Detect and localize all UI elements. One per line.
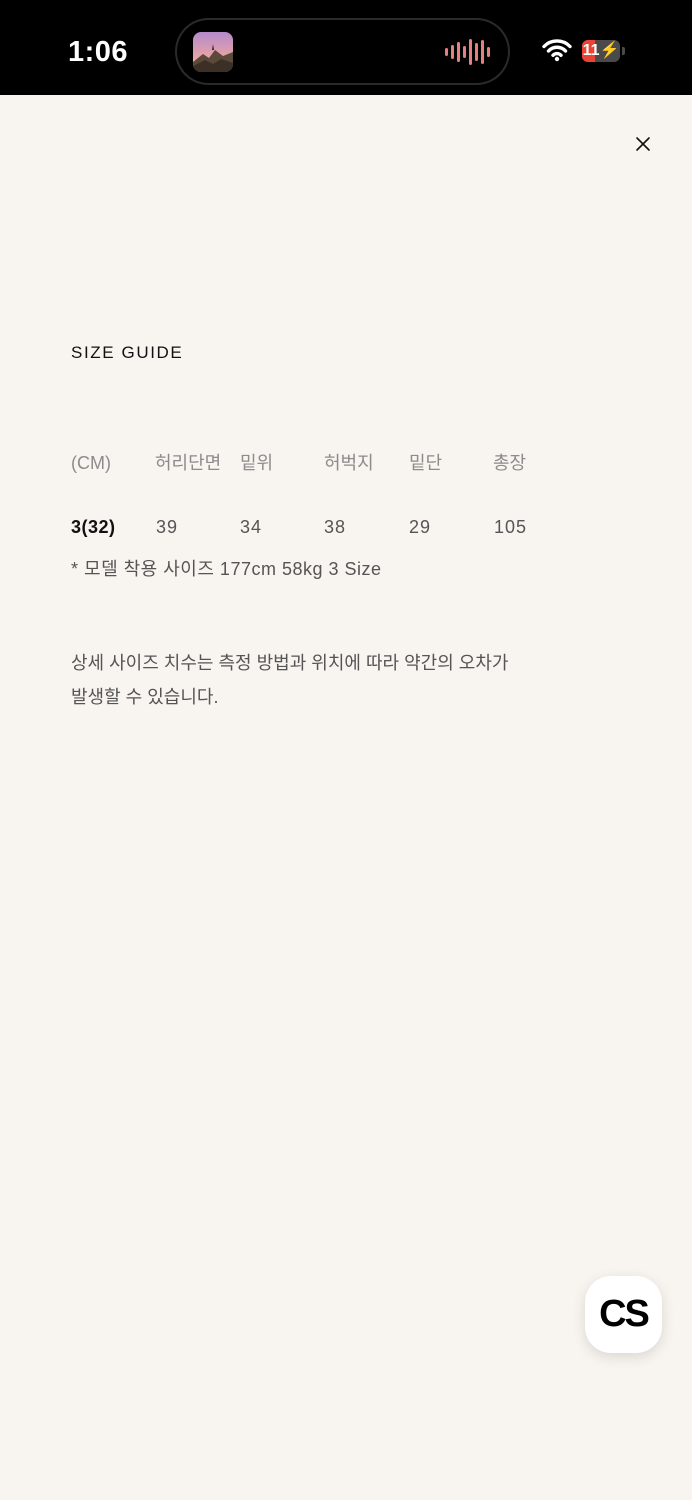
page-title: SIZE GUIDE [71, 343, 184, 362]
dynamic-island[interactable] [175, 18, 510, 85]
header-unit: (CM) [71, 453, 111, 473]
size-disclaimer: 상세 사이즈 치수는 측정 방법과 위치에 따라 약간의 오차가 발생할 수 있… [71, 646, 591, 714]
cell-size: 3(32) [71, 517, 116, 537]
status-time: 1:06 [68, 36, 129, 68]
disclaimer-line-1: 상세 사이즈 치수는 측정 방법과 위치에 따라 약간의 오차가 [71, 653, 509, 673]
audio-waveform-icon [445, 38, 490, 66]
battery-icon: 11⚡ [582, 40, 620, 62]
cell-hem: 29 [409, 517, 432, 537]
header-rise: 밑위 [240, 453, 274, 473]
cell-length: 105 [494, 517, 528, 537]
header-hem: 밑단 [409, 453, 443, 473]
header-waist: 허리단면 [155, 453, 222, 473]
model-size-note: * 모델 착용 사이즈 177cm 58kg 3 Size [71, 559, 382, 579]
status-bar: 1:06 11⚡ [0, 0, 692, 95]
header-length: 총장 [493, 453, 527, 473]
close-button[interactable] [630, 131, 656, 157]
customer-service-button[interactable]: CS [585, 1276, 662, 1353]
battery-level-text: 11⚡ [582, 42, 620, 59]
battery-cap [622, 47, 625, 55]
cell-waist: 39 [156, 517, 179, 537]
header-thigh: 허벅지 [324, 453, 374, 473]
now-playing-artwork [193, 32, 233, 72]
disclaimer-line-2: 발생할 수 있습니다. [71, 687, 219, 707]
cell-thigh: 38 [324, 517, 347, 537]
cell-rise: 34 [240, 517, 263, 537]
close-icon [636, 137, 650, 151]
wifi-icon [542, 38, 572, 66]
